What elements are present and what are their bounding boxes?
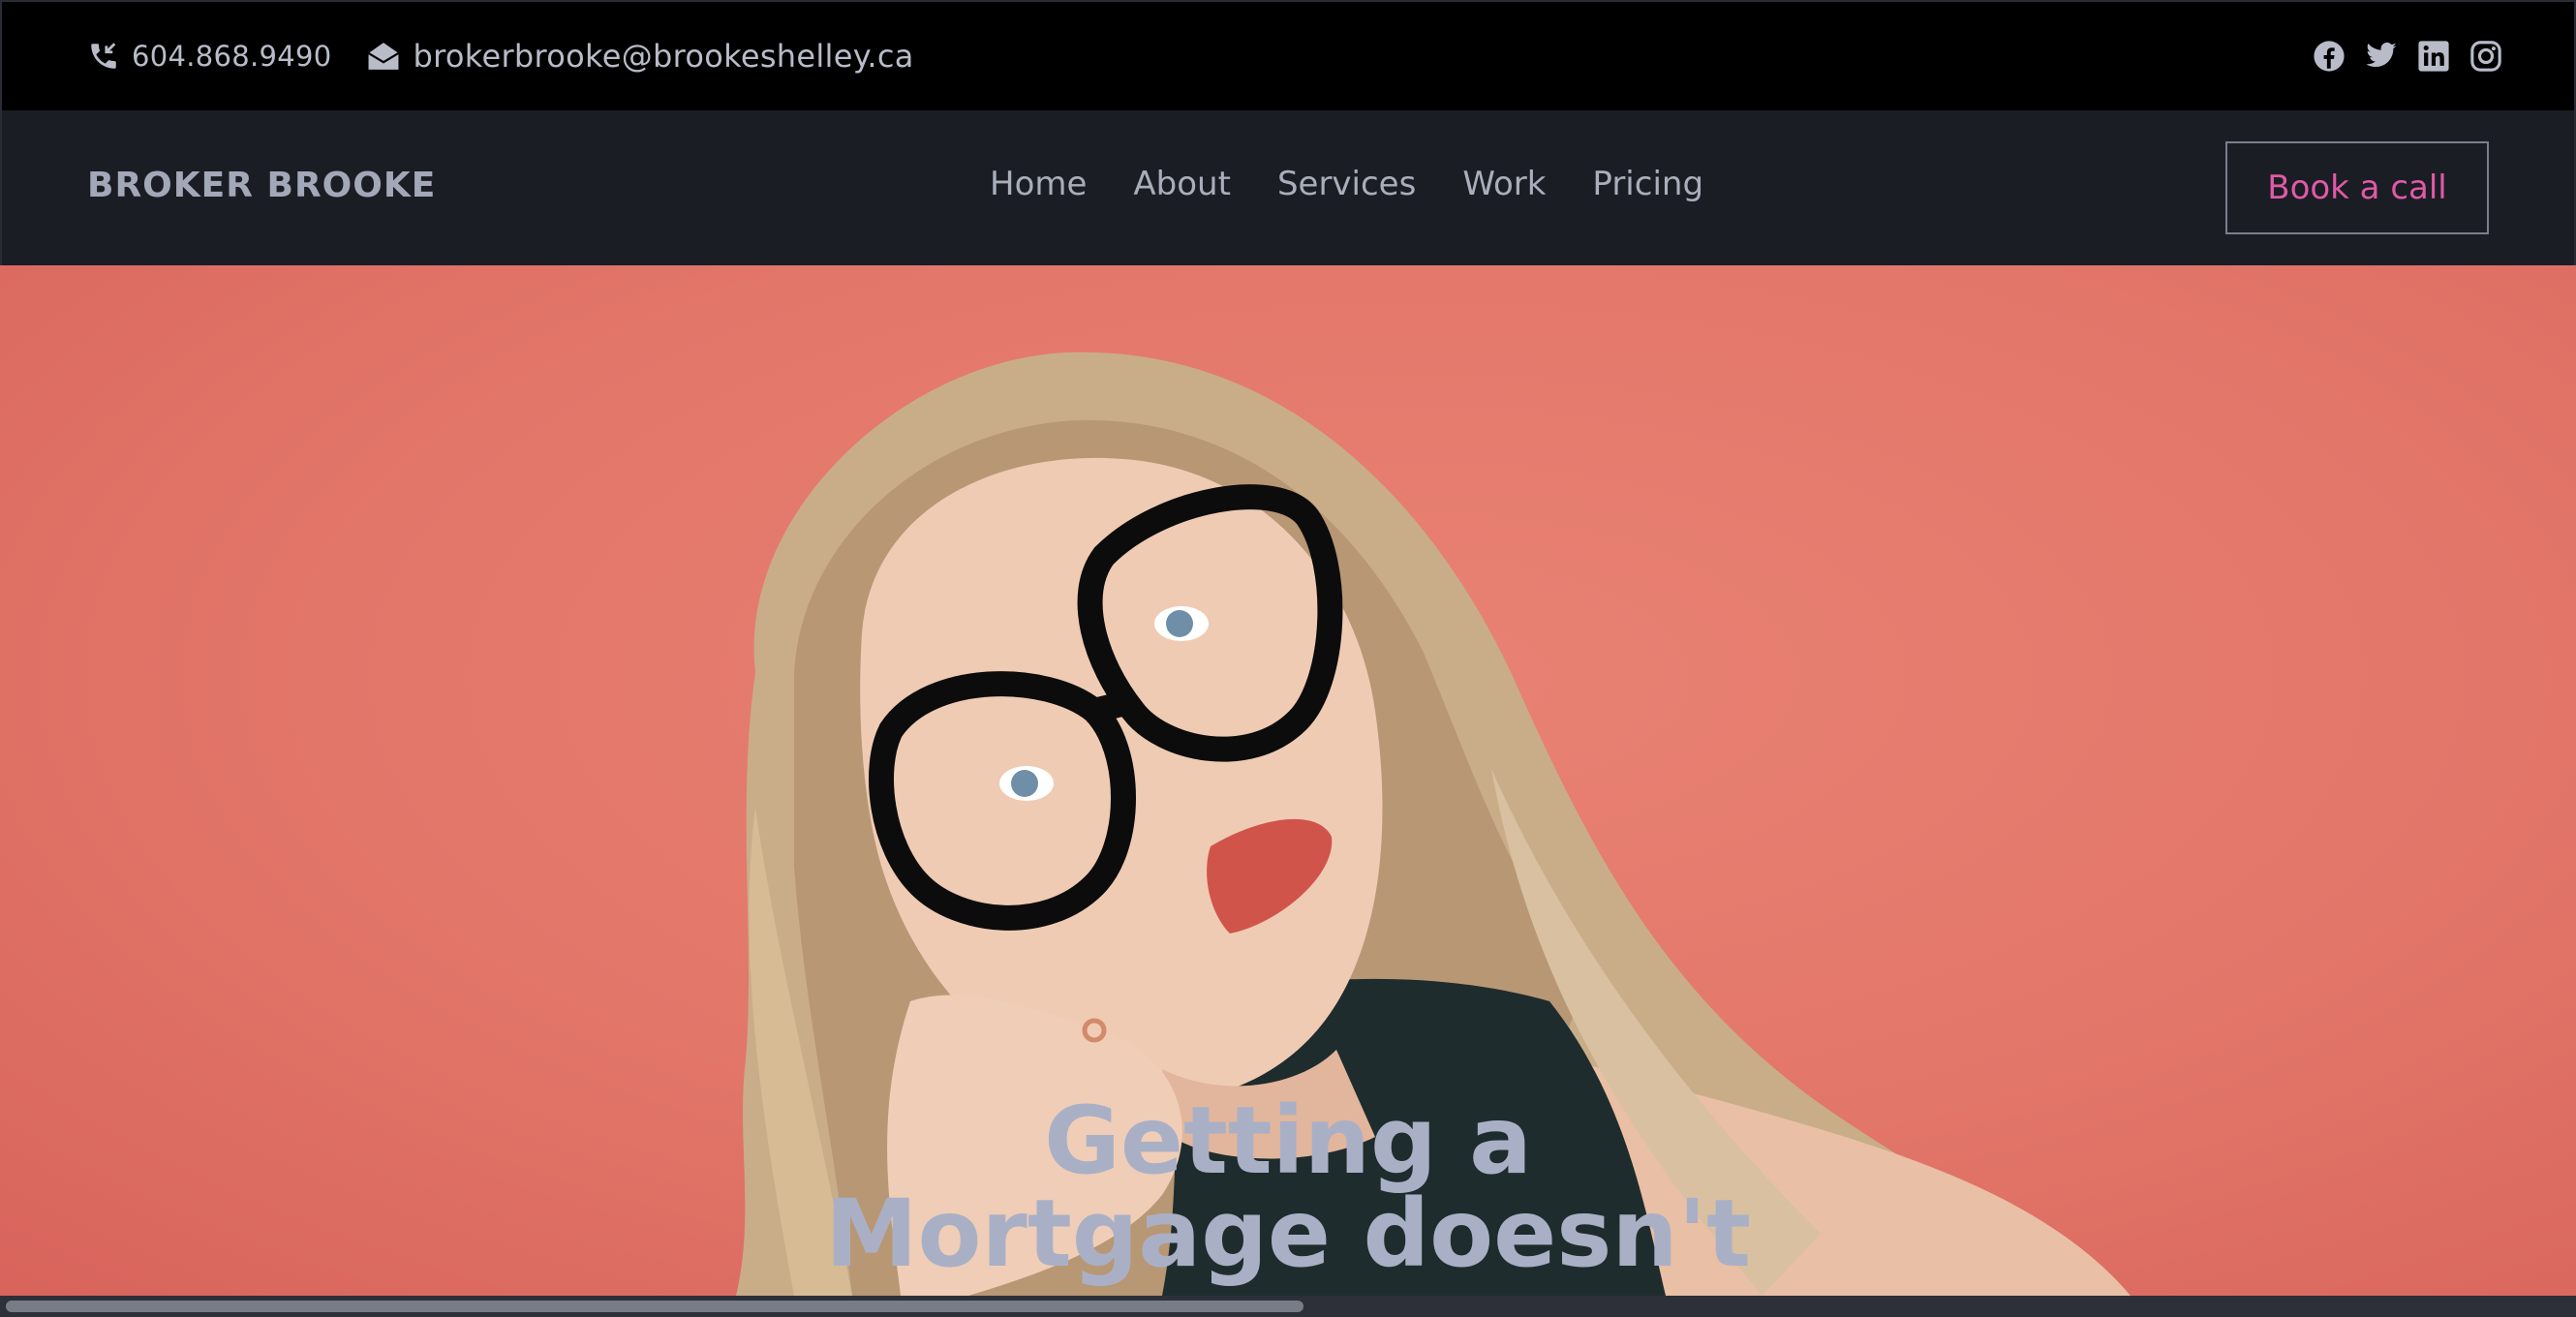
book-call-button[interactable]: Book a call [2225,141,2489,234]
phone-link[interactable]: 604.868.9490 [87,40,332,73]
hero-headline-line-1: Getting a [1044,1087,1532,1195]
email-link[interactable]: brokerbrooke@brookeshelley.ca [365,38,914,75]
horizontal-scrollbar[interactable] [0,1296,2576,1317]
instagram-icon[interactable] [2469,40,2502,73]
nav-link-home[interactable]: Home [990,165,1087,203]
twitter-icon[interactable] [2365,40,2398,73]
site-logo[interactable]: BROKER BROOKE [87,166,436,205]
phone-incoming-icon [87,40,120,73]
hero-headline-line-2: Mortgage doesn't [824,1179,1751,1288]
nav-link-work[interactable]: Work [1462,165,1546,203]
hero-section: Getting a Mortgage doesn't [0,265,2576,1296]
facebook-icon[interactable] [2313,40,2346,73]
phone-number: 604.868.9490 [132,40,332,73]
top-contact-bar: 604.868.9490 brokerbrooke@brookeshelley.… [0,0,2576,110]
main-nav: Home About Services Work Pricing [990,165,1703,203]
social-links [2313,40,2502,73]
hero-headline: Getting a Mortgage doesn't [0,1094,2576,1280]
linkedin-icon[interactable] [2417,40,2450,73]
contact-info: 604.868.9490 brokerbrooke@brookeshelley.… [87,38,914,75]
email-address: brokerbrooke@brookeshelley.ca [413,38,914,75]
main-navbar: BROKER BROOKE Home About Services Work P… [0,110,2576,265]
nav-link-about[interactable]: About [1133,165,1231,203]
envelope-open-icon [365,40,402,73]
nav-link-pricing[interactable]: Pricing [1592,165,1703,203]
scrollbar-thumb[interactable] [6,1301,1303,1312]
nav-link-services[interactable]: Services [1277,165,1416,203]
